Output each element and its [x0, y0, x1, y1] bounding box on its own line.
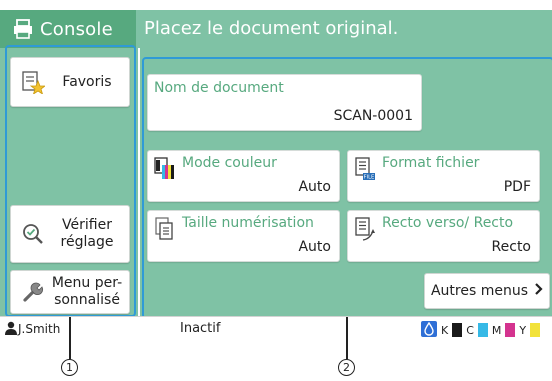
header-bar: Console Placez le document original.	[0, 10, 552, 48]
main-panel-highlight	[142, 57, 552, 319]
toner-m-bar	[505, 323, 516, 337]
toner-c-bar	[477, 323, 488, 337]
toner-c-label: C	[466, 323, 474, 337]
user-name: J.Smith	[18, 322, 61, 336]
user-indicator[interactable]: J.Smith	[4, 319, 68, 339]
console-label: Console	[40, 18, 113, 40]
console-tab[interactable]: Console	[0, 10, 136, 48]
status-bar: J.Smith Inactif K C M Y	[0, 316, 552, 340]
callout-2-line	[346, 317, 348, 359]
toner-levels: K C M Y	[421, 320, 541, 340]
user-icon	[4, 321, 18, 338]
machine-status: Inactif	[180, 321, 221, 336]
ink-drop-icon	[421, 320, 437, 340]
callout-1-line	[69, 317, 71, 359]
toner-y-label: Y	[519, 323, 527, 337]
callout-1: 1	[61, 359, 78, 376]
toner-y-bar	[530, 323, 541, 337]
instruction-message: Placez le document original.	[144, 18, 399, 39]
printer-icon	[12, 18, 34, 40]
toner-k-label: K	[441, 323, 449, 337]
callout-2: 2	[338, 359, 355, 376]
toner-m-label: M	[491, 323, 502, 337]
toner-k-bar	[452, 323, 463, 337]
left-panel-highlight	[5, 45, 136, 317]
scanner-screen: Console Placez le document original. Fav…	[0, 0, 552, 340]
